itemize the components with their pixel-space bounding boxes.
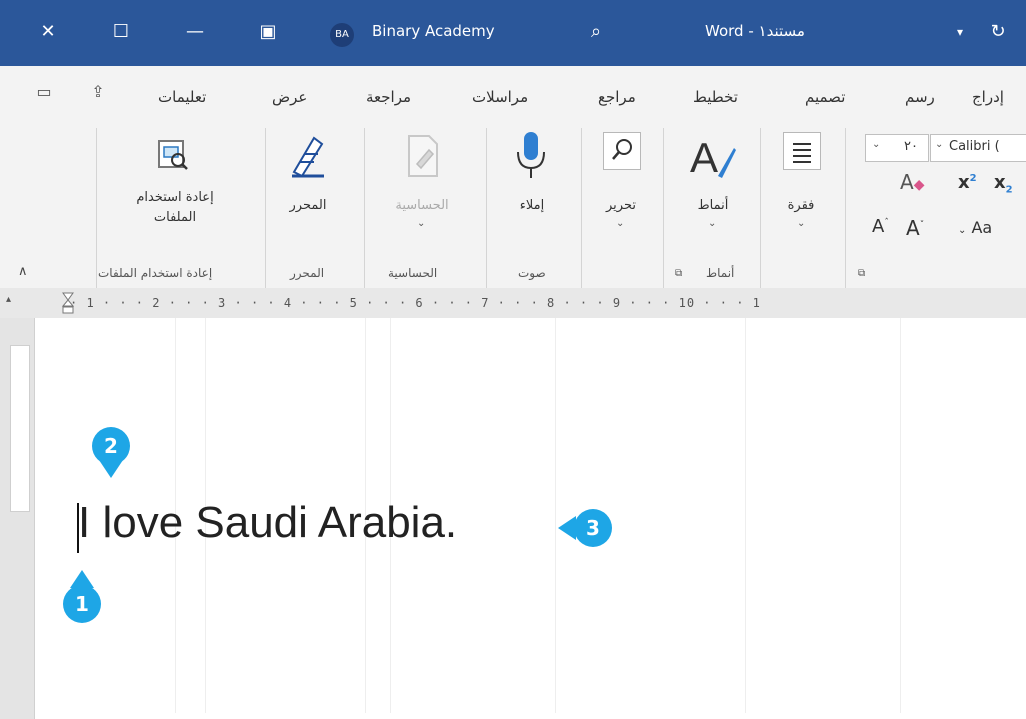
reuse-files-label-2[interactable]: الملفات bbox=[120, 210, 230, 225]
editor-label[interactable]: المحرر bbox=[278, 198, 338, 213]
editor-icon[interactable] bbox=[288, 134, 326, 178]
divider bbox=[555, 318, 556, 713]
chevron-down-icon: ⌄ bbox=[935, 139, 944, 150]
close-icon[interactable]: ✕ bbox=[35, 20, 61, 46]
callout-pointer bbox=[99, 460, 123, 478]
font-size-dropdown[interactable]: ⌄ ٢٠ bbox=[865, 134, 929, 162]
shrink-font-icon[interactable]: Aˇ bbox=[906, 216, 924, 240]
divider bbox=[265, 128, 266, 288]
font-name-value: Calibri ( bbox=[949, 139, 1000, 154]
styles-icon[interactable]: A bbox=[688, 132, 738, 182]
maximize-icon[interactable]: ☐ bbox=[108, 20, 134, 46]
tab-help[interactable]: تعليمات bbox=[158, 88, 206, 106]
tab-design[interactable]: تصميم bbox=[805, 88, 845, 106]
tab-view[interactable]: عرض bbox=[272, 88, 307, 106]
divider bbox=[845, 128, 846, 288]
divider bbox=[745, 318, 746, 713]
callout-marker-3: 3 bbox=[574, 509, 612, 547]
editor-group-label: المحرر bbox=[290, 266, 325, 280]
styles-group-label: أنماط bbox=[706, 266, 735, 280]
editing-label[interactable]: تحرير bbox=[596, 198, 646, 213]
callout-marker-1: 1 bbox=[63, 585, 101, 623]
divider bbox=[364, 128, 365, 288]
paragraph-label[interactable]: فقرة bbox=[778, 198, 824, 213]
dictate-label[interactable]: إملاء bbox=[504, 198, 560, 213]
chevron-down-icon: ⌄ bbox=[417, 218, 426, 229]
chevron-down-icon: ⌄ bbox=[872, 139, 881, 150]
text-cursor bbox=[77, 503, 79, 553]
document-text[interactable]: I love Saudi Arabia. bbox=[78, 498, 457, 548]
ruler-scroll-icon[interactable]: ▴ bbox=[6, 294, 11, 305]
horizontal-ruler: ▴ · 1 · · · 2 · · · 3 · · · 4 · · · 5 · … bbox=[0, 288, 1026, 319]
chevron-down-icon[interactable]: ⌄ bbox=[708, 218, 716, 229]
superscript-icon[interactable]: x2 bbox=[958, 172, 977, 193]
microphone-icon[interactable] bbox=[513, 130, 549, 182]
sensitivity-label: الحساسية bbox=[395, 198, 449, 213]
styles-label[interactable]: أنماط bbox=[688, 198, 738, 213]
ribbon: إعادة استخدام الملفات إعادة استخدام المل… bbox=[0, 118, 1026, 289]
divider bbox=[486, 128, 487, 288]
dialog-launcher-icon[interactable]: ⧉ bbox=[858, 268, 865, 279]
account-name[interactable]: Binary Academy bbox=[372, 22, 495, 40]
clear-formatting-icon[interactable]: A◆ bbox=[900, 170, 924, 194]
voice-group-label: صوت bbox=[518, 266, 546, 280]
divider bbox=[581, 128, 582, 288]
title-bar: ✕ ☐ — ▣ BA Binary Academy ⌕ Word - مستند… bbox=[0, 0, 1026, 66]
vertical-ruler-margin bbox=[10, 345, 30, 512]
font-size-value: ٢٠ bbox=[904, 139, 918, 154]
reuse-files-label-1[interactable]: إعادة استخدام bbox=[120, 190, 230, 205]
reuse-files-group-label: إعادة استخدام الملفات bbox=[98, 266, 213, 280]
tab-layout[interactable]: تخطيط bbox=[693, 88, 738, 106]
ribbon-display-icon[interactable]: ▣ bbox=[255, 20, 281, 46]
divider bbox=[760, 128, 761, 288]
minimize-icon[interactable]: — bbox=[182, 20, 208, 46]
tab-insert[interactable]: إدراج bbox=[972, 88, 1004, 106]
dialog-launcher-icon[interactable]: ⧉ bbox=[675, 268, 682, 279]
search-icon[interactable]: ⌕ bbox=[583, 20, 609, 46]
chevron-down-icon[interactable]: ⌄ bbox=[616, 218, 624, 229]
paragraph-icon[interactable] bbox=[783, 132, 821, 170]
grow-font-icon[interactable]: Aˆ bbox=[872, 216, 889, 237]
document-title: Word - مستند١ bbox=[705, 22, 805, 40]
divider bbox=[96, 128, 97, 288]
avatar[interactable]: BA bbox=[330, 23, 354, 47]
chevron-down-icon: ⌄ bbox=[958, 225, 967, 236]
ruler-marks: · 1 · · · 2 · · · 3 · · · 4 · · · 5 · · … bbox=[70, 296, 761, 310]
collapse-ribbon-icon[interactable]: ∧ bbox=[18, 264, 28, 279]
reuse-files-icon[interactable] bbox=[156, 138, 190, 172]
subscript-icon[interactable]: x2 bbox=[994, 172, 1013, 196]
search-icon[interactable] bbox=[603, 132, 641, 170]
ribbon-tabs: ▭ ⇪ تعليمات عرض مراجعة مراسلات مراجع تخط… bbox=[0, 66, 1026, 118]
tab-review[interactable]: مراجعة bbox=[366, 88, 411, 106]
tab-mailings[interactable]: مراسلات bbox=[472, 88, 528, 106]
svg-text:A: A bbox=[690, 134, 718, 181]
change-case-button[interactable]: ⌄ Aa bbox=[958, 218, 992, 237]
font-name-dropdown[interactable]: ⌄ Calibri ( bbox=[930, 134, 1026, 162]
sensitivity-group-label: الحساسية bbox=[388, 266, 438, 280]
tab-draw[interactable]: رسم bbox=[905, 88, 935, 106]
share-icon[interactable]: ⇪ bbox=[88, 82, 108, 102]
dropdown-icon[interactable]: ▾ bbox=[947, 20, 973, 46]
chevron-down-icon[interactable]: ⌄ bbox=[797, 218, 805, 229]
tab-references[interactable]: مراجع bbox=[598, 88, 636, 106]
redo-icon[interactable]: ↻ bbox=[985, 20, 1011, 46]
divider bbox=[663, 128, 664, 288]
change-case-label: Aa bbox=[971, 218, 993, 237]
comments-icon[interactable]: ▭ bbox=[34, 82, 54, 102]
sensitivity-icon[interactable] bbox=[405, 134, 441, 178]
divider bbox=[900, 318, 901, 713]
